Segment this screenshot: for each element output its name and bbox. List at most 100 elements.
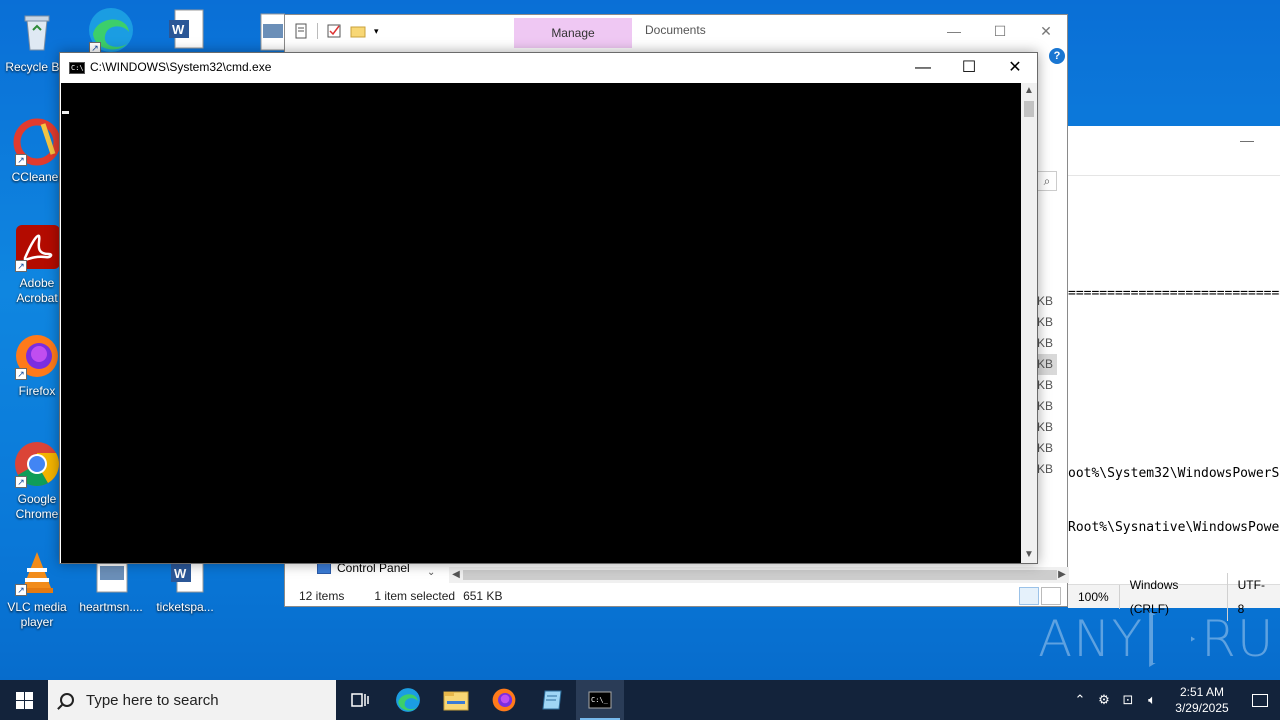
command-prompt-icon: C:\_ — [588, 691, 612, 709]
desktop-icon-label: VLC media player — [7, 600, 67, 629]
taskbar-notepad[interactable] — [528, 680, 576, 720]
search-placeholder: Type here to search — [86, 691, 219, 709]
file-size-unit: KB — [1037, 378, 1054, 392]
details-view-icon[interactable] — [1019, 587, 1039, 605]
scroll-up-arrow-icon[interactable]: ▲ — [1021, 83, 1037, 99]
file-size-unit: KB — [1037, 336, 1054, 350]
new-folder-icon[interactable] — [350, 23, 366, 39]
notepad-icon — [542, 690, 562, 710]
large-icons-view-icon[interactable] — [1041, 587, 1061, 605]
task-view-icon — [351, 693, 369, 707]
svg-text:W: W — [172, 22, 185, 37]
desktop-icon-word-doc[interactable]: W — [148, 6, 222, 58]
taskbar-edge[interactable] — [384, 680, 432, 720]
svg-text:C:\_: C:\_ — [591, 696, 609, 704]
file-size-unit: KB — [1037, 420, 1054, 434]
cmd-window-title: C:\WINDOWS\System32\cmd.exe — [90, 60, 272, 74]
status-selected-size: 651 KB — [463, 589, 503, 603]
file-size-unit: KB — [1037, 294, 1054, 308]
quick-access-toolbar: ▾ — [293, 23, 390, 39]
anyrun-watermark: ANY RUN — [1038, 610, 1280, 668]
cmd-vertical-scrollbar[interactable]: ▲ ▼ — [1021, 83, 1037, 563]
file-size-unit: KB — [1037, 354, 1057, 375]
file-size-unit: KB — [1037, 315, 1054, 329]
desktop-icon-label: ticketspa... — [156, 600, 214, 614]
network-icon[interactable]: ⊡ — [1116, 692, 1140, 708]
shortcut-arrow-icon: ↗ — [15, 584, 27, 596]
search-icon[interactable]: ⌕ — [1037, 171, 1057, 191]
recycle-bin-icon — [13, 8, 61, 56]
taskbar-clock[interactable]: 2:51 AM 3/29/2025 — [1164, 684, 1240, 716]
scroll-right-arrow-icon[interactable]: ▶ — [1055, 567, 1069, 583]
chevron-down-icon[interactable]: ▾ — [374, 23, 390, 39]
notepad-window: — ============================= oot%\Sys… — [1068, 126, 1280, 621]
notepad-text-line: ============================= — [1068, 286, 1280, 301]
file-explorer-icon — [443, 691, 469, 711]
desktop-icon-edge[interactable]: ↗ — [74, 6, 148, 58]
file-size-column: KB KB KB KB KB KB KB KB KB — [1037, 291, 1057, 480]
desktop-icon-ticketspa[interactable]: W ticketspa... — [148, 556, 222, 615]
edge-icon — [396, 688, 420, 712]
firefox-icon: ↗ — [13, 332, 61, 380]
desktop-icon-heartmsn[interactable]: heartmsn.... — [74, 556, 148, 615]
scrollbar-thumb[interactable] — [1024, 101, 1034, 117]
adobe-acrobat-icon: ↗ — [13, 224, 61, 272]
explorer-close-button[interactable]: ✕ — [1023, 17, 1069, 45]
ccleaner-icon: ↗ — [13, 118, 61, 166]
security-icon[interactable]: ⚙ — [1092, 692, 1116, 708]
svg-text:W: W — [174, 566, 187, 581]
explorer-maximize-button[interactable]: ☐ — [977, 17, 1023, 45]
scroll-down-arrow-icon[interactable]: ▼ — [1021, 547, 1037, 563]
desktop-icon-label: heartmsn.... — [79, 600, 143, 614]
notepad-minimize-button[interactable]: — — [1240, 132, 1254, 148]
windows-logo-icon — [15, 691, 33, 709]
help-icon[interactable]: ? — [1049, 48, 1065, 64]
taskbar-cmd[interactable]: C:\_ — [576, 680, 624, 720]
clock-date: 3/29/2025 — [1175, 701, 1229, 715]
file-size-unit: KB — [1037, 441, 1054, 455]
taskbar: Type here to search C:\_ ⌃ ⚙ ⊡ 🔈︎ 2:51 A… — [0, 680, 1280, 720]
file-size-unit: KB — [1037, 462, 1054, 476]
properties-icon[interactable] — [293, 23, 309, 39]
tab-manage[interactable]: Manage — [514, 18, 632, 48]
cmd-close-button[interactable]: ✕ — [992, 53, 1038, 83]
cmd-maximize-button[interactable]: ☐ — [946, 53, 992, 83]
command-prompt-icon: C:\ — [69, 62, 85, 74]
task-view-button[interactable] — [336, 680, 384, 720]
start-button[interactable] — [0, 680, 48, 720]
notification-center-button[interactable] — [1240, 680, 1280, 720]
notification-icon — [1252, 693, 1268, 707]
notepad-text-line: oot%\System32\WindowsPowerSh — [1068, 466, 1280, 481]
taskbar-search-box[interactable]: Type here to search — [48, 680, 336, 720]
taskbar-firefox[interactable] — [480, 680, 528, 720]
status-item-count: 12 items — [299, 589, 345, 603]
watermark-text-left: ANY — [1038, 610, 1144, 668]
chevron-up-icon[interactable]: ⌃ — [1068, 692, 1092, 708]
image-file-icon — [237, 6, 286, 54]
cmd-titlebar: C:\ C:\WINDOWS\System32\cmd.exe — ☐ ✕ — [60, 53, 1037, 83]
file-size-unit: KB — [1037, 399, 1054, 413]
watermark-text-right: RUN — [1201, 610, 1280, 668]
cmd-window: C:\ C:\WINDOWS\System32\cmd.exe — ☐ ✕ ▲ … — [59, 52, 1038, 564]
horizontal-scrollbar[interactable]: ◀ ▶ — [449, 567, 1069, 583]
cmd-minimize-button[interactable]: — — [900, 53, 946, 83]
notepad-text-line: Root%\Sysnative\WindowsPowe — [1068, 520, 1280, 535]
notepad-zoom: 100% — [1068, 584, 1120, 609]
shortcut-arrow-icon: ↗ — [15, 154, 27, 166]
scroll-left-arrow-icon[interactable]: ◀ — [449, 567, 463, 583]
window-title-documents: Documents — [645, 23, 706, 37]
cmd-console-area[interactable] — [61, 83, 1021, 563]
view-toggle — [1019, 587, 1061, 605]
status-selected-count: 1 item selected — [374, 589, 456, 603]
scrollbar-thumb[interactable] — [463, 570, 1057, 580]
explorer-status-bar: 12 items 1 item selected 651 KB — [285, 585, 1067, 607]
chrome-icon: ↗ — [13, 440, 61, 488]
notepad-menu-area: — — [1068, 126, 1280, 176]
chevron-down-icon[interactable]: ⌄ — [427, 567, 435, 578]
explorer-minimize-button[interactable]: — — [931, 17, 977, 45]
word-document-icon: W — [161, 6, 209, 54]
checklist-icon[interactable] — [326, 23, 342, 39]
volume-icon[interactable]: 🔈︎ — [1140, 692, 1164, 708]
vlc-icon: ↗ — [13, 548, 61, 596]
taskbar-file-explorer[interactable] — [432, 680, 480, 720]
